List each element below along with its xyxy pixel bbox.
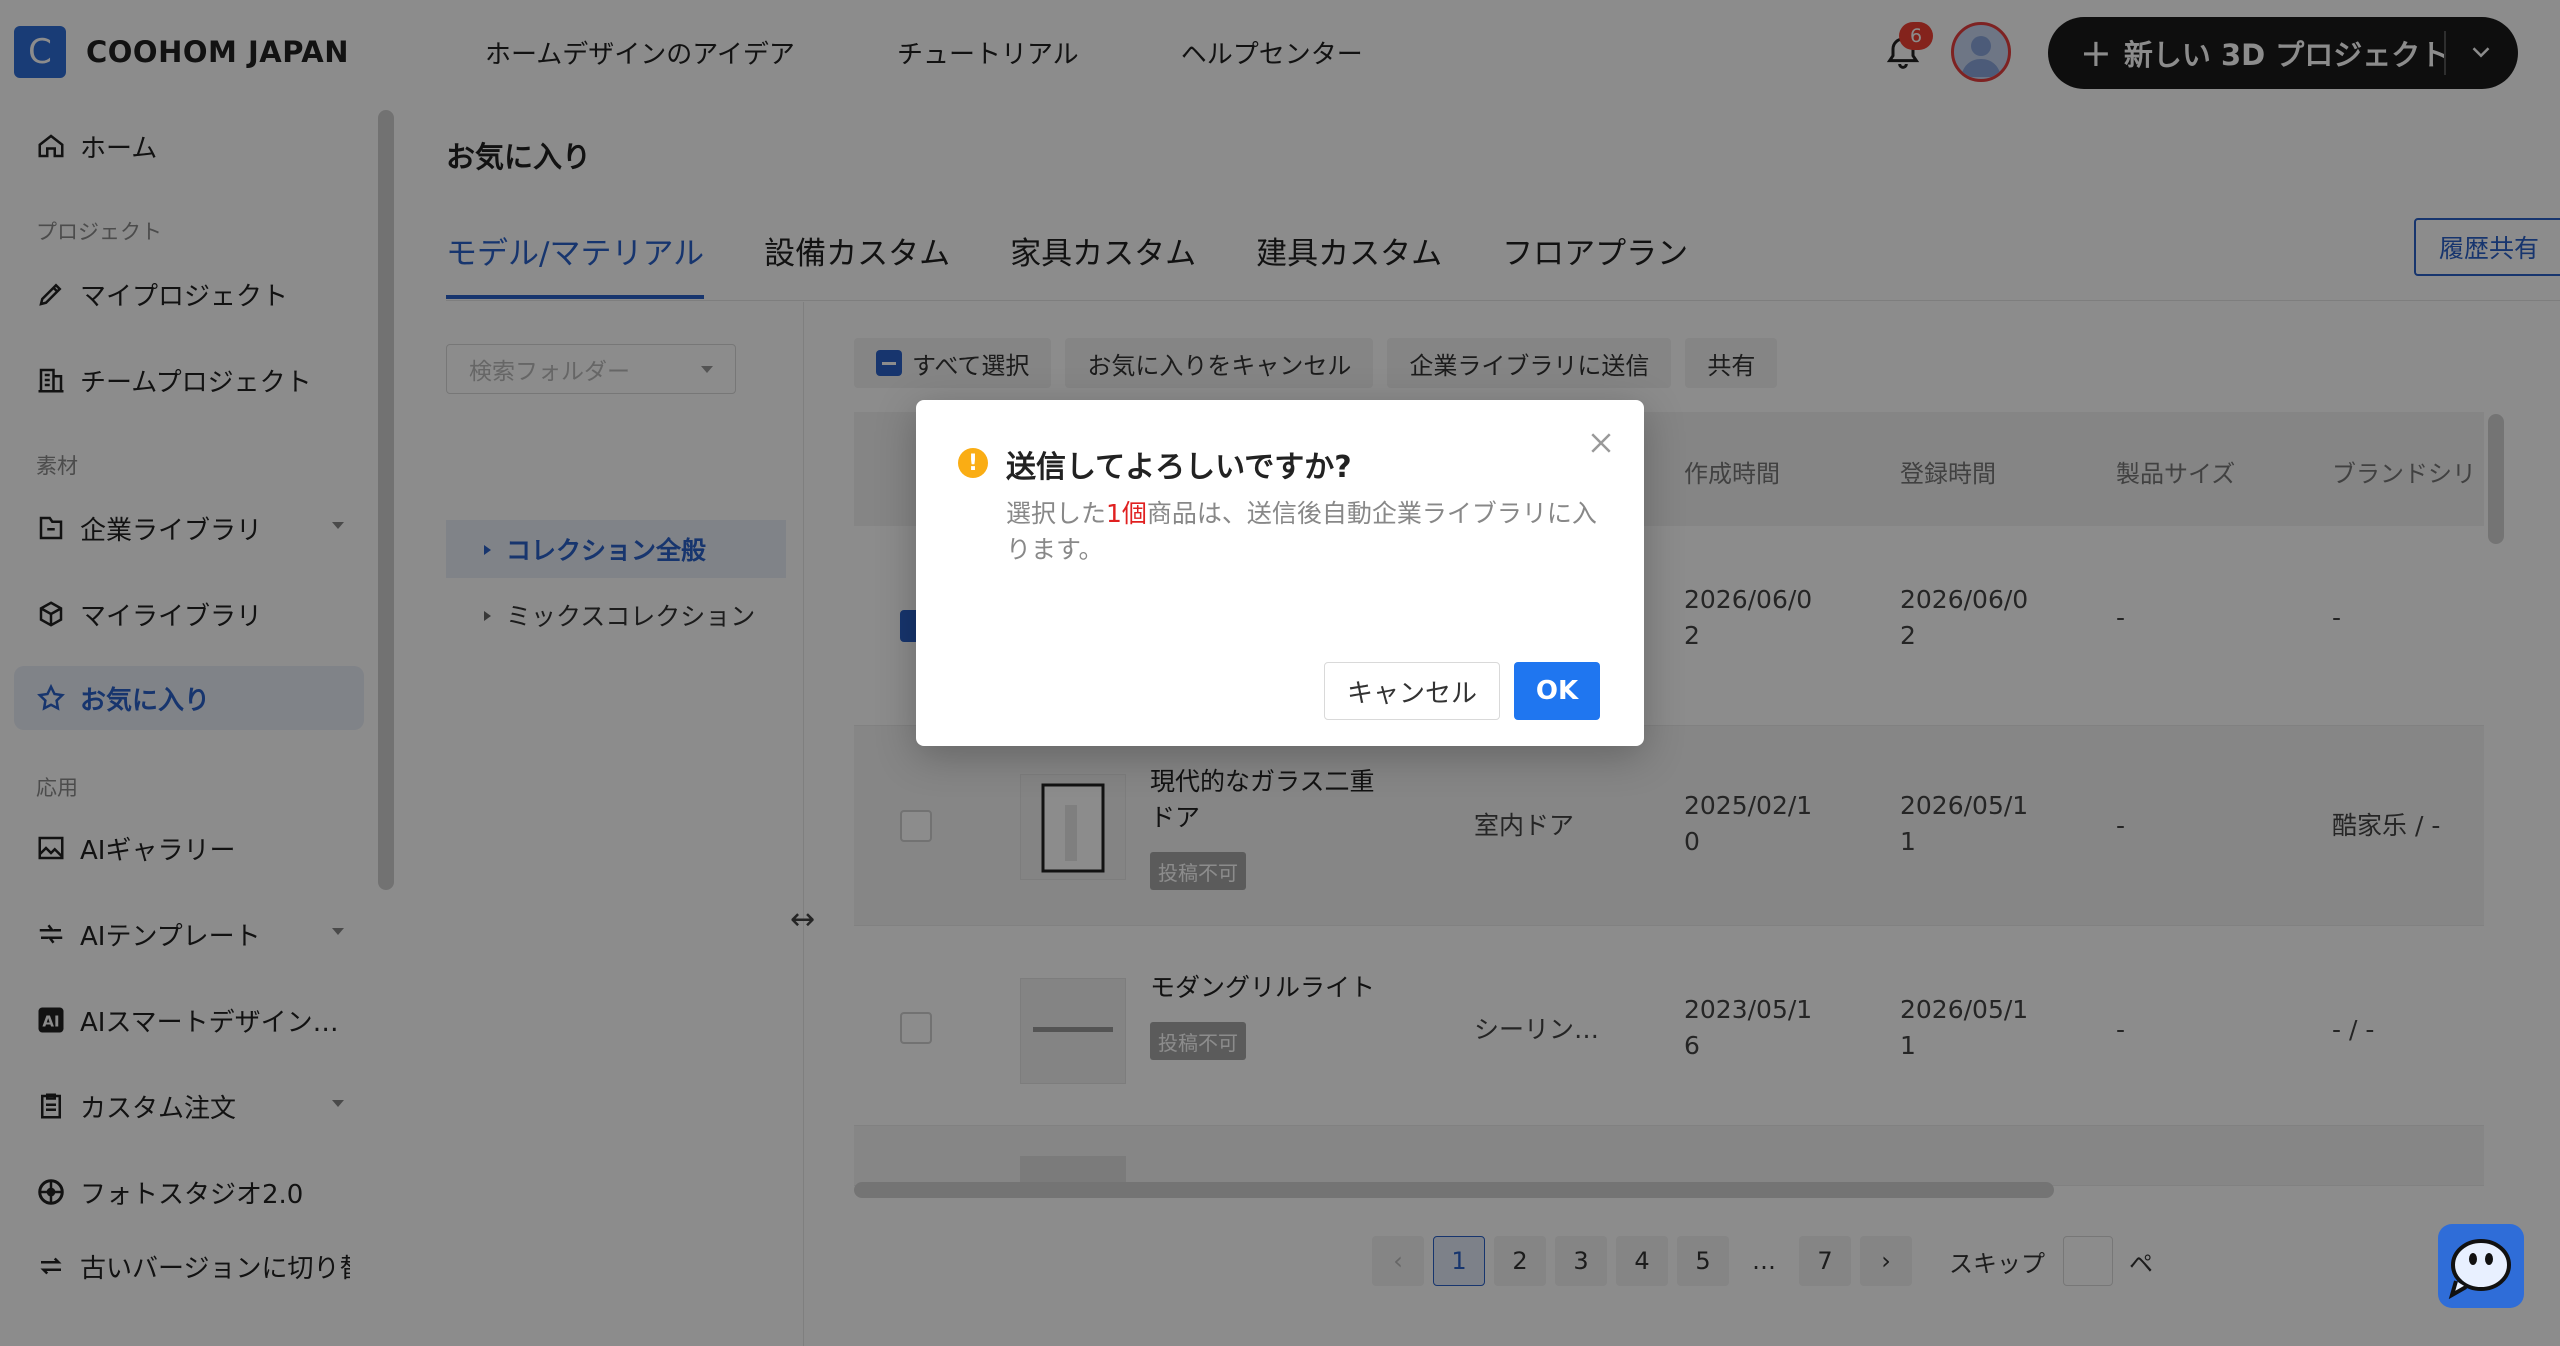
cancel-button[interactable]: キャンセル: [1324, 662, 1500, 720]
dialog-message: 選択した1個商品は、送信後自動企業ライブラリに入ります。: [1006, 496, 1606, 568]
warning-icon: !: [958, 448, 988, 478]
dialog-message-count: 1個: [1106, 499, 1147, 528]
close-icon[interactable]: [1586, 428, 1616, 458]
dialog-message-prefix: 選択した: [1006, 499, 1107, 528]
confirm-send-dialog: ! 送信してよろしいですか? 選択した1個商品は、送信後自動企業ライブラリに入り…: [916, 400, 1644, 746]
dialog-title: 送信してよろしいですか?: [1006, 450, 1352, 485]
chat-support-icon[interactable]: [2438, 1224, 2524, 1308]
ok-button[interactable]: OK: [1514, 662, 1600, 720]
